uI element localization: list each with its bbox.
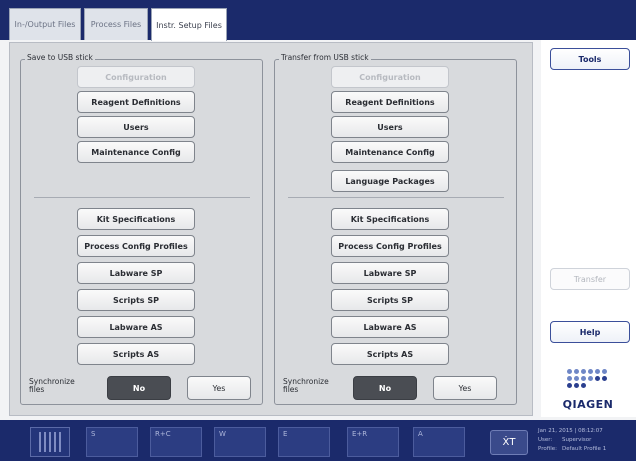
save-group-divider <box>34 197 250 198</box>
slot-w[interactable]: W <box>214 427 266 457</box>
status-datetime: Jan 21, 2015 | 08:12:07 <box>538 428 603 434</box>
transfer-configuration-button[interactable]: Configuration <box>331 66 449 88</box>
right-sidebar: Tools Transfer Help QIAGEN <box>541 40 636 417</box>
tab-process-files[interactable]: Process Files <box>84 8 148 40</box>
save-sync-no-toggle[interactable]: No <box>107 376 171 400</box>
slot-s[interactable]: S <box>86 427 138 457</box>
save-users-button[interactable]: Users <box>77 116 195 138</box>
slot-r-c[interactable]: R+C <box>150 427 202 457</box>
transfer-group-legend: Transfer from USB stick <box>279 53 371 62</box>
transfer-sync-label-line2: files <box>283 385 299 394</box>
qiagen-logo-text: QIAGEN <box>562 398 614 411</box>
status-info: Jan 21, 2015 | 08:12:07 User: Supervisor … <box>538 427 606 454</box>
status-user-value: Supervisor <box>562 437 592 443</box>
transfer-sync-yes-toggle[interactable]: Yes <box>433 376 497 400</box>
main-panel: Save to USB stick Configuration Reagent … <box>9 42 533 416</box>
tools-button[interactable]: Tools <box>550 48 630 70</box>
qiagen-logo-icon <box>567 369 609 388</box>
transfer-scripts-sp-button[interactable]: Scripts SP <box>331 289 449 311</box>
transfer-button[interactable]: Transfer <box>550 268 630 290</box>
top-tab-bar: In-/Output Files Process Files Instr. Se… <box>0 0 636 41</box>
slot-e[interactable]: E <box>278 427 330 457</box>
slot-e-r[interactable]: E+R <box>347 427 399 457</box>
save-process-config-profiles-button[interactable]: Process Config Profiles <box>77 235 195 257</box>
transfer-maintenance-config-button[interactable]: Maintenance Config <box>331 141 449 163</box>
bottom-status-bar: S R+C W E E+R A ẊT Jan 21, 2015 | 08:12:… <box>0 420 636 461</box>
help-button[interactable]: Help <box>550 321 630 343</box>
transfer-users-button[interactable]: Users <box>331 116 449 138</box>
save-kit-specifications-button[interactable]: Kit Specifications <box>77 208 195 230</box>
save-maintenance-config-button[interactable]: Maintenance Config <box>77 141 195 163</box>
save-scripts-as-button[interactable]: Scripts AS <box>77 343 195 365</box>
save-reagent-definitions-button[interactable]: Reagent Definitions <box>77 91 195 113</box>
tab-in-output-files[interactable]: In-/Output Files <box>9 8 81 40</box>
save-scripts-sp-button[interactable]: Scripts SP <box>77 289 195 311</box>
save-sync-label-line2: files <box>29 385 45 394</box>
transfer-labware-sp-button[interactable]: Labware SP <box>331 262 449 284</box>
save-synchronize-label: Synchronize files <box>29 378 75 394</box>
slot-a[interactable]: A <box>413 427 465 457</box>
tool-icon[interactable]: ẊT <box>490 430 528 455</box>
transfer-scripts-as-button[interactable]: Scripts AS <box>331 343 449 365</box>
transfer-from-usb-group: Transfer from USB stick Configuration Re… <box>274 53 517 405</box>
transfer-labware-as-button[interactable]: Labware AS <box>331 316 449 338</box>
status-profile-value: Default Profile 1 <box>562 446 607 452</box>
drawer-overview-icon[interactable] <box>30 427 70 457</box>
status-profile-key: Profile: <box>538 446 557 452</box>
transfer-reagent-definitions-button[interactable]: Reagent Definitions <box>331 91 449 113</box>
transfer-language-packages-button[interactable]: Language Packages <box>331 170 449 192</box>
save-group-legend: Save to USB stick <box>25 53 95 62</box>
transfer-synchronize-label: Synchronize files <box>283 378 329 394</box>
transfer-group-divider <box>288 197 504 198</box>
save-labware-as-button[interactable]: Labware AS <box>77 316 195 338</box>
save-labware-sp-button[interactable]: Labware SP <box>77 262 195 284</box>
save-sync-yes-toggle[interactable]: Yes <box>187 376 251 400</box>
status-user-key: User: <box>538 437 553 443</box>
tab-instr-setup-files[interactable]: Instr. Setup Files <box>151 8 227 41</box>
save-to-usb-group: Save to USB stick Configuration Reagent … <box>20 53 263 405</box>
transfer-process-config-profiles-button[interactable]: Process Config Profiles <box>331 235 449 257</box>
transfer-kit-specifications-button[interactable]: Kit Specifications <box>331 208 449 230</box>
save-configuration-button[interactable]: Configuration <box>77 66 195 88</box>
transfer-sync-no-toggle[interactable]: No <box>353 376 417 400</box>
